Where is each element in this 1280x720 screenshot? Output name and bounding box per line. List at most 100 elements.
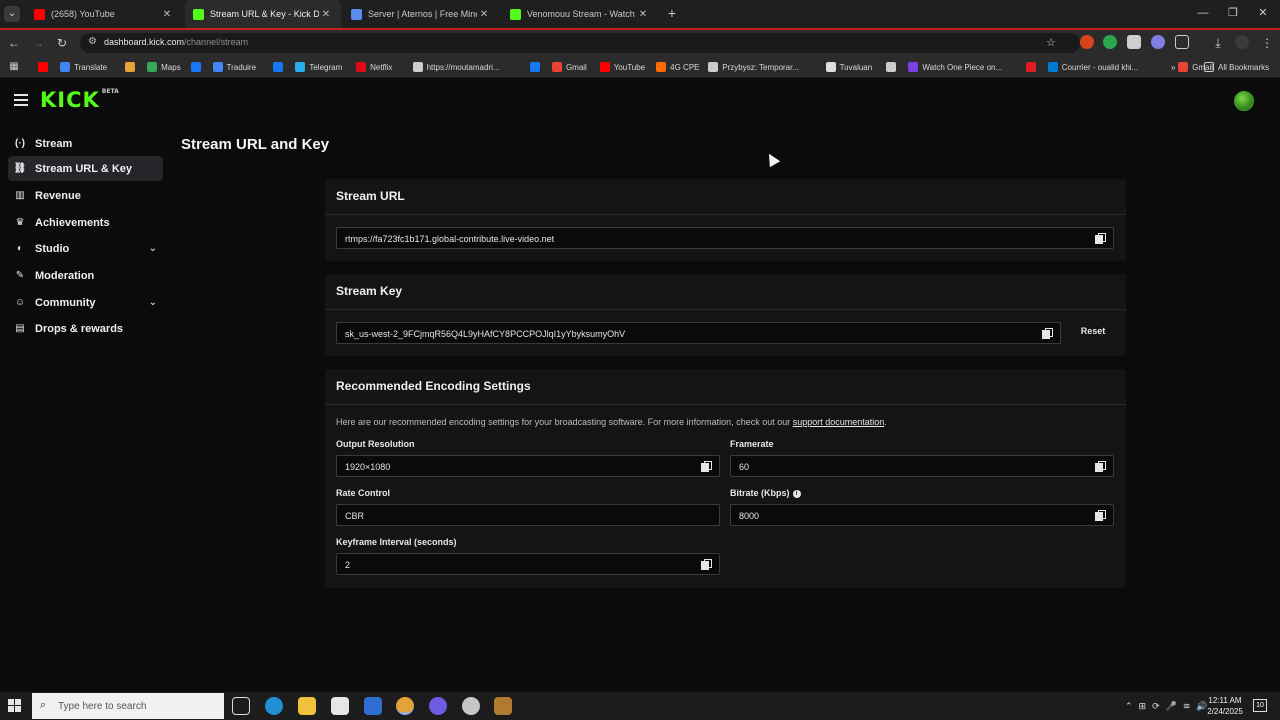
stream-url-field[interactable]: rtmps://fa723fc1b171.global-contribute.l… xyxy=(336,227,1114,249)
close-tab-icon[interactable]: ✕ xyxy=(477,9,491,20)
info-icon[interactable]: i xyxy=(792,489,801,498)
sidebar-item-achievements[interactable]: ♛ Achievements xyxy=(8,210,163,235)
sidebar-item-stream-url-key[interactable]: ⛓ Stream URL & Key xyxy=(8,156,163,181)
chevron-up-icon[interactable]: ⌃ xyxy=(1125,701,1133,712)
bookmark-item[interactable]: Przybysz: Temporar... xyxy=(708,61,799,73)
close-tab-icon[interactable]: ✕ xyxy=(319,9,333,20)
task-view-icon[interactable] xyxy=(232,697,250,715)
back-icon[interactable]: ← xyxy=(6,35,22,51)
new-tab-button[interactable]: + xyxy=(665,6,679,20)
close-tab-icon[interactable]: ✕ xyxy=(160,9,174,20)
profile-icon[interactable] xyxy=(1235,35,1249,49)
bookmark-item[interactable] xyxy=(1025,61,1040,73)
bookmark-item[interactable]: Tuvaluan xyxy=(825,61,872,73)
bookmark-item[interactable]: Watch One Piece on... xyxy=(908,61,1002,73)
output-resolution-field[interactable]: 1920×1080 xyxy=(336,455,720,477)
forward-icon[interactable]: → xyxy=(30,35,46,51)
restore-icon[interactable]: ❐ xyxy=(1224,6,1242,20)
minecraft-icon[interactable] xyxy=(494,697,512,715)
keyframe-interval-field[interactable]: 2 xyxy=(336,553,720,575)
bookmark-item[interactable] xyxy=(886,61,900,73)
address-bar[interactable]: ⚙ dashboard.kick.com/channel/stream ☆ xyxy=(80,33,1080,53)
sidebar-item-revenue[interactable]: ▥ Revenue xyxy=(8,183,163,208)
store-icon[interactable] xyxy=(331,697,349,715)
avatar[interactable] xyxy=(1234,91,1254,111)
microphone-icon[interactable]: 🎤 xyxy=(1166,701,1177,712)
extensions-puzzle-icon[interactable] xyxy=(1175,35,1189,49)
minimize-icon[interactable]: — xyxy=(1194,6,1212,20)
bookmark-item[interactable] xyxy=(529,61,544,73)
sidebar-item-drops-rewards[interactable]: ▤ Drops & rewards xyxy=(8,316,163,341)
bookmark-item[interactable]: Netflix xyxy=(356,61,392,73)
copy-icon[interactable] xyxy=(1095,233,1106,244)
bookmark-star-icon[interactable]: ☆ xyxy=(1046,36,1056,49)
sidebar-item-moderation[interactable]: ✎ Moderation xyxy=(8,263,163,288)
menu-icon[interactable] xyxy=(14,94,28,106)
obs-icon[interactable] xyxy=(462,697,480,715)
browser-tab-active[interactable]: Stream URL & Key - Kick Dashb ✕ xyxy=(185,0,341,28)
file-explorer-icon[interactable] xyxy=(298,697,316,715)
edge-icon[interactable] xyxy=(265,697,283,715)
copy-icon[interactable] xyxy=(1042,328,1053,339)
close-window-icon[interactable]: ✕ xyxy=(1254,6,1272,20)
rate-control-field[interactable]: CBR xyxy=(336,504,720,526)
mail-icon[interactable] xyxy=(364,697,382,715)
framerate-field[interactable]: 60 xyxy=(730,455,1114,477)
copy-icon[interactable] xyxy=(1095,461,1106,472)
copy-icon[interactable] xyxy=(701,461,712,472)
bookmark-item[interactable]: YouTube xyxy=(599,61,645,73)
copy-icon[interactable] xyxy=(701,559,712,570)
sidebar-item-community[interactable]: ☺ Community ⌄ xyxy=(8,290,163,315)
browser-tab[interactable]: (2658) YouTube ✕ xyxy=(26,0,182,28)
bookmark-item[interactable]: Traduire xyxy=(212,61,256,73)
browser-tab[interactable]: Server | Aternos | Free Minecraf ✕ xyxy=(343,0,499,28)
windows-start-icon[interactable] xyxy=(8,699,22,713)
extension-icon[interactable] xyxy=(1103,35,1117,49)
bookmark-item[interactable]: Maps xyxy=(147,61,181,73)
shield-extension-icon[interactable] xyxy=(1127,35,1141,49)
chrome-menu-icon[interactable]: ⋮ xyxy=(1259,35,1275,51)
bookmark-item[interactable]: Courrier - oualid khi... xyxy=(1047,61,1138,73)
sidebar-item-studio[interactable]: ◐ Studio ⌄ xyxy=(8,236,163,261)
sidebar-item-stream[interactable]: (·) Stream xyxy=(8,131,163,156)
extension-icon[interactable] xyxy=(1151,35,1165,49)
copy-icon[interactable] xyxy=(1095,510,1106,521)
bookmark-item[interactable]: Translate xyxy=(60,61,107,73)
sync-icon[interactable]: ⟳ xyxy=(1152,701,1160,712)
bookmark-item[interactable] xyxy=(273,61,287,73)
apps-grid-icon[interactable]: ▦ xyxy=(6,59,22,75)
bookmark-item[interactable] xyxy=(190,61,205,73)
browser-tab[interactable]: Venomouu Stream - Watch Live ✕ xyxy=(502,0,658,28)
reload-icon[interactable]: ↻ xyxy=(54,35,70,51)
kick-logo[interactable]: KICK BETA xyxy=(40,88,119,112)
download-icon[interactable]: ⤓ xyxy=(1210,35,1226,51)
more-bookmarks-icon[interactable]: » xyxy=(1171,61,1175,73)
taskbar-search-input[interactable]: ⌕ Type here to search xyxy=(32,693,224,719)
support-documentation-link[interactable]: support documentation xyxy=(793,417,885,427)
bookmark-item[interactable] xyxy=(125,61,139,73)
notification-icon[interactable]: 10 xyxy=(1253,699,1267,712)
close-tab-icon[interactable]: ✕ xyxy=(636,9,650,20)
bookmark-label: Watch One Piece on... xyxy=(922,62,1003,72)
stream-key-field[interactable]: sk_us-west-2_9FCjmqR56Q4L9yHAfCY8PCCPOJl… xyxy=(336,322,1061,344)
taskbar-clock[interactable]: 12:11 AM 2/24/2025 xyxy=(1200,695,1250,717)
wifi-icon[interactable]: ≋ xyxy=(1183,701,1191,712)
url-text: dashboard.kick.com/channel/stream xyxy=(104,37,249,47)
network-icon[interactable]: ⊞ xyxy=(1139,701,1147,712)
extension-icon[interactable] xyxy=(1080,35,1094,49)
chrome-icon[interactable] xyxy=(396,697,414,715)
app-icon[interactable] xyxy=(429,697,447,715)
tab-search-button[interactable]: ⌄ xyxy=(4,6,20,22)
site-info-icon[interactable]: ⚙ xyxy=(88,36,97,47)
bookmark-item[interactable]: Gmail xyxy=(551,61,587,73)
all-bookmarks[interactable]: All Bookmarks xyxy=(1204,61,1269,73)
chevron-down-icon[interactable]: ⌄ xyxy=(149,297,157,308)
chevron-down-icon[interactable]: ⌄ xyxy=(149,243,157,254)
bookmark-item[interactable]: https://moutamadri... xyxy=(412,61,500,73)
reset-button[interactable]: Reset xyxy=(1068,320,1118,342)
bookmark-item[interactable] xyxy=(38,61,52,73)
bitrate-field[interactable]: 8000 xyxy=(730,504,1114,526)
bookmark-item[interactable]: Telegram xyxy=(295,61,342,73)
bookmark-item[interactable]: 4G CPE xyxy=(656,61,699,73)
bookmark-favicon-icon xyxy=(708,62,719,72)
